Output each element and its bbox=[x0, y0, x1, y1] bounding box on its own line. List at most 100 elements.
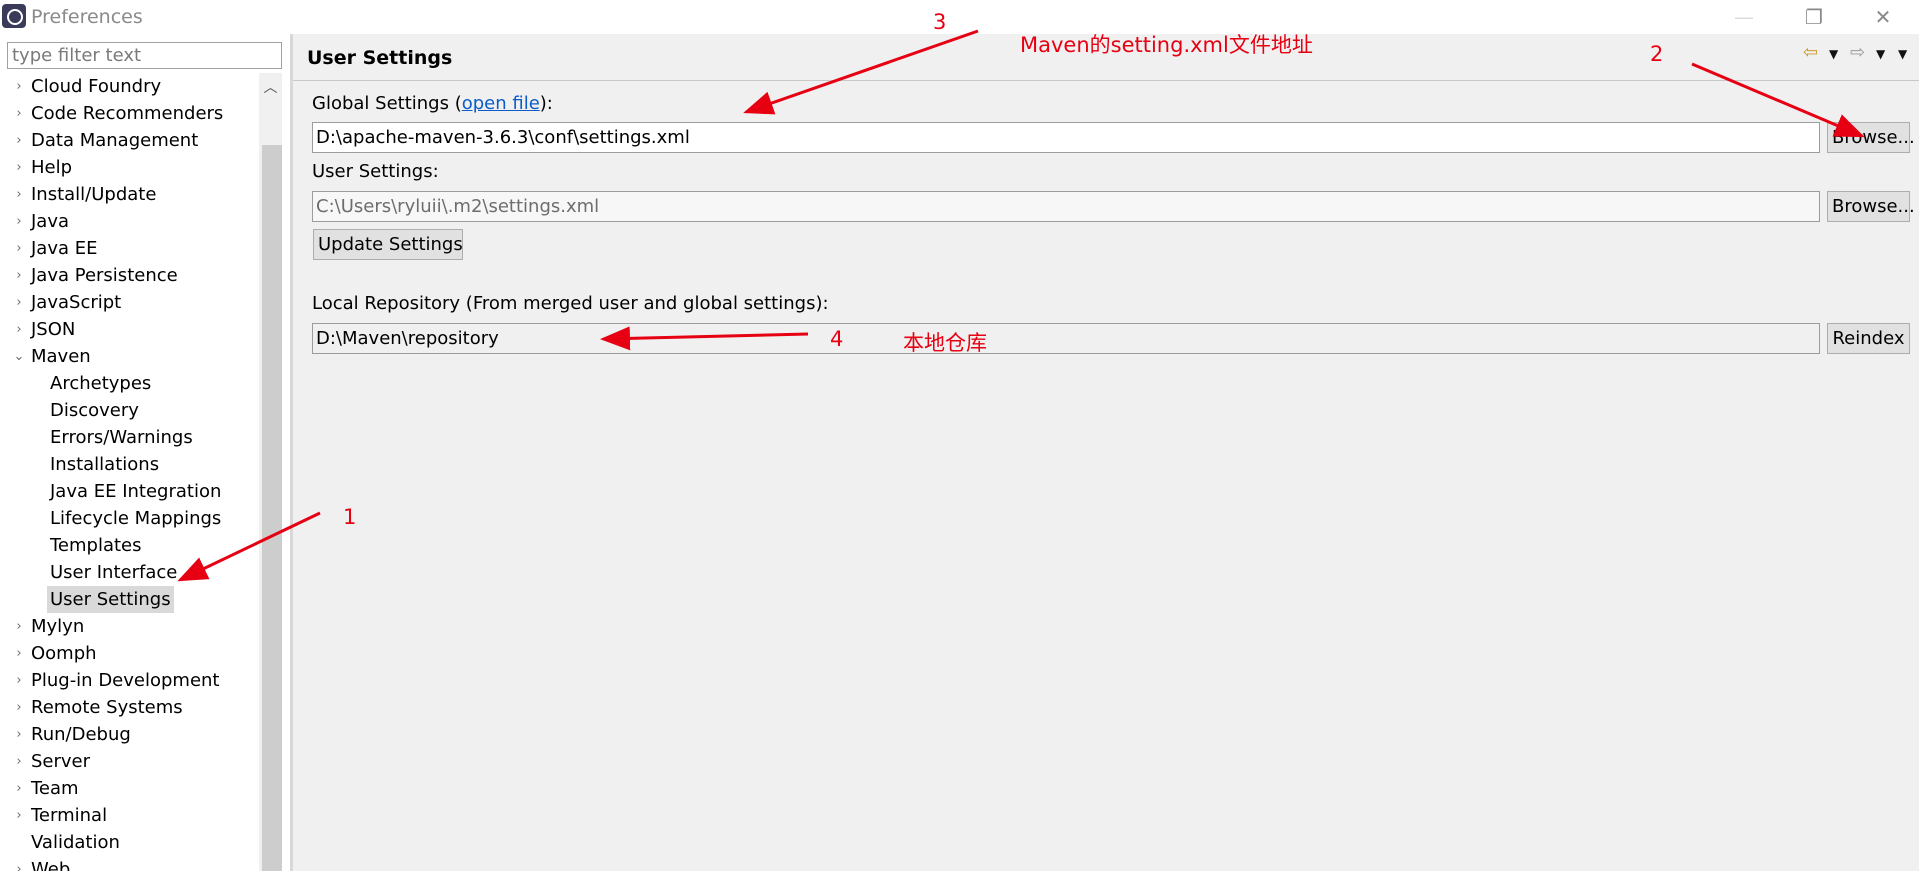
sidebar-item-label: Errors/Warnings bbox=[50, 427, 193, 448]
chevron-right-icon[interactable]: › bbox=[12, 154, 26, 181]
global-settings-label-suffix: ): bbox=[539, 93, 553, 114]
reindex-button[interactable]: Reindex bbox=[1827, 323, 1910, 354]
eclipse-app-icon bbox=[2, 4, 26, 28]
sidebar-item-label: JavaScript bbox=[31, 292, 122, 313]
sidebar-item-label: Server bbox=[31, 751, 91, 772]
chevron-right-icon[interactable]: › bbox=[12, 316, 26, 343]
sidebar-item[interactable]: Lifecycle Mappings bbox=[0, 505, 259, 532]
sidebar-item[interactable]: › Oomph bbox=[0, 640, 259, 667]
sidebar-item-label: Templates bbox=[50, 535, 142, 556]
window-title: Preferences bbox=[31, 6, 143, 28]
user-browse-button[interactable]: Browse... bbox=[1827, 191, 1915, 222]
sidebar-item[interactable]: › Server bbox=[0, 748, 259, 775]
filter-input[interactable] bbox=[7, 42, 282, 69]
sidebar-item-label: Validation bbox=[31, 832, 120, 853]
tree-scrollbar[interactable]: ︿ bbox=[259, 73, 282, 871]
close-icon[interactable]: ✕ bbox=[1863, 4, 1903, 30]
global-settings-label: Global Settings (open file): bbox=[312, 93, 553, 114]
sidebar-item-label: JSON bbox=[31, 319, 76, 340]
local-repository-label: Local Repository (From merged user and g… bbox=[312, 293, 829, 314]
sidebar-item[interactable]: › Data Management bbox=[0, 127, 259, 154]
chevron-right-icon[interactable]: › bbox=[12, 181, 26, 208]
sidebar-item[interactable]: › Remote Systems bbox=[0, 694, 259, 721]
sidebar-item-label: User Settings bbox=[47, 586, 174, 613]
sidebar-item[interactable]: › Terminal bbox=[0, 802, 259, 829]
sidebar-item-label: Discovery bbox=[50, 400, 139, 421]
back-dropdown-icon[interactable]: ▼ bbox=[1829, 47, 1838, 61]
sidebar-item[interactable]: › Java Persistence bbox=[0, 262, 259, 289]
sidebar-item[interactable]: User Settings bbox=[0, 586, 259, 613]
chevron-right-icon[interactable]: › bbox=[12, 802, 26, 829]
sidebar-item-label: Java bbox=[31, 211, 70, 232]
annotation-text-4: 本地仓库 bbox=[903, 331, 987, 355]
sidebar-item-label: Plug-in Development bbox=[31, 670, 220, 691]
sidebar-item[interactable]: › Java EE bbox=[0, 235, 259, 262]
settings-panel: User Settings ⇦ ▼ ⇨ ▼ ▼ Global Settings … bbox=[293, 34, 1919, 871]
update-settings-button[interactable]: Update Settings bbox=[313, 229, 463, 260]
sidebar-item-label: Run/Debug bbox=[31, 724, 131, 745]
sidebar-item[interactable]: › Cloud Foundry bbox=[0, 73, 259, 100]
sidebar-item-label: Help bbox=[31, 157, 73, 178]
sidebar-item[interactable]: › Code Recommenders bbox=[0, 100, 259, 127]
chevron-right-icon[interactable]: › bbox=[12, 775, 26, 802]
chevron-right-icon[interactable]: › bbox=[12, 721, 26, 748]
sidebar-item[interactable]: › Java bbox=[0, 208, 259, 235]
open-file-link[interactable]: open file bbox=[462, 93, 540, 114]
chevron-right-icon[interactable]: › bbox=[12, 73, 26, 100]
chevron-down-icon[interactable]: ⌄ bbox=[12, 343, 26, 370]
sidebar-item[interactable]: Templates bbox=[0, 532, 259, 559]
sidebar-item[interactable]: › Help bbox=[0, 154, 259, 181]
annotation-number-3: 3 bbox=[933, 10, 947, 34]
scroll-thumb[interactable] bbox=[262, 145, 282, 871]
forward-arrow-icon[interactable]: ⇨ bbox=[1850, 42, 1865, 63]
chevron-right-icon[interactable]: › bbox=[12, 748, 26, 775]
sidebar-item[interactable]: Installations bbox=[0, 451, 259, 478]
chevron-right-icon[interactable]: › bbox=[12, 667, 26, 694]
chevron-right-icon[interactable]: › bbox=[12, 613, 26, 640]
sidebar-item[interactable]: › Web bbox=[0, 856, 259, 871]
sidebar-item-label: Oomph bbox=[31, 643, 97, 664]
title-divider bbox=[293, 80, 1919, 81]
sidebar-item-label: Terminal bbox=[31, 805, 108, 826]
scroll-up-icon[interactable]: ︿ bbox=[259, 73, 282, 103]
sidebar-item-label: Lifecycle Mappings bbox=[50, 508, 222, 529]
annotation-text-3: Maven的setting.xml文件地址 bbox=[1020, 33, 1313, 57]
chevron-right-icon[interactable]: › bbox=[12, 289, 26, 316]
sidebar-item[interactable]: User Interface bbox=[0, 559, 259, 586]
chevron-right-icon[interactable]: › bbox=[12, 262, 26, 289]
sidebar-item-label: Web bbox=[31, 859, 71, 871]
chevron-right-icon[interactable]: › bbox=[12, 100, 26, 127]
sidebar-item[interactable]: › JavaScript bbox=[0, 289, 259, 316]
sidebar-item[interactable]: › Plug-in Development bbox=[0, 667, 259, 694]
chevron-right-icon[interactable]: › bbox=[12, 127, 26, 154]
sidebar-item-label: Maven bbox=[31, 346, 91, 367]
global-settings-label-prefix: Global Settings ( bbox=[312, 93, 462, 114]
sidebar-item[interactable]: › JSON bbox=[0, 316, 259, 343]
user-settings-input[interactable]: C:\Users\ryluii\.m2\settings.xml bbox=[312, 191, 1820, 222]
sidebar-item[interactable]: Discovery bbox=[0, 397, 259, 424]
sidebar-item-label: Installations bbox=[50, 454, 160, 475]
chevron-right-icon[interactable]: › bbox=[12, 208, 26, 235]
sidebar-item[interactable]: Validation bbox=[0, 829, 259, 856]
sidebar-item[interactable]: Errors/Warnings bbox=[0, 424, 259, 451]
sidebar-item[interactable]: Archetypes bbox=[0, 370, 259, 397]
chevron-right-icon[interactable]: › bbox=[12, 856, 26, 871]
global-browse-button[interactable]: Browse... bbox=[1827, 122, 1915, 153]
sidebar-item-label: Cloud Foundry bbox=[31, 76, 162, 97]
sidebar-item[interactable]: Java EE Integration bbox=[0, 478, 259, 505]
maximize-icon[interactable]: ❐ bbox=[1794, 4, 1834, 30]
sidebar-item[interactable]: ⌄ Maven bbox=[0, 343, 259, 370]
sidebar-item[interactable]: › Install/Update bbox=[0, 181, 259, 208]
sidebar-item[interactable]: › Team bbox=[0, 775, 259, 802]
global-settings-input[interactable]: D:\apache-maven-3.6.3\conf\settings.xml bbox=[312, 122, 1820, 153]
view-menu-icon[interactable]: ▼ bbox=[1898, 47, 1907, 61]
sidebar-item-label: Java EE bbox=[31, 238, 98, 259]
chevron-right-icon[interactable]: › bbox=[12, 694, 26, 721]
forward-dropdown-icon[interactable]: ▼ bbox=[1876, 47, 1885, 61]
sidebar-item[interactable]: › Run/Debug bbox=[0, 721, 259, 748]
chevron-right-icon[interactable]: › bbox=[12, 640, 26, 667]
back-arrow-icon[interactable]: ⇦ bbox=[1803, 42, 1818, 63]
minimize-icon[interactable]: — bbox=[1724, 4, 1764, 30]
sidebar-item[interactable]: › Mylyn bbox=[0, 613, 259, 640]
chevron-right-icon[interactable]: › bbox=[12, 235, 26, 262]
